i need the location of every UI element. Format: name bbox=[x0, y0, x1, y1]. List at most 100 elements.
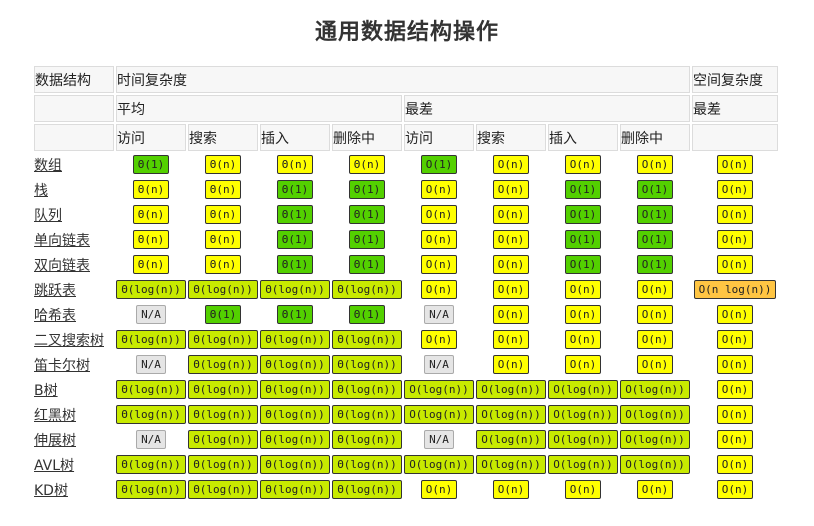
complexity-badge: O(n) bbox=[716, 230, 754, 249]
complexity-cell: O(n) bbox=[692, 328, 778, 351]
complexity-badge: Θ(log(n)) bbox=[116, 280, 186, 299]
complexity-cell: O(n) bbox=[692, 428, 778, 451]
header-row-2: 平均 最差 最差 bbox=[34, 95, 778, 122]
header-empty bbox=[692, 124, 778, 151]
header-row-1: 数据结构 时间复杂度 空间复杂度 bbox=[34, 66, 778, 93]
complexity-cell: O(n) bbox=[692, 228, 778, 251]
complexity-cell: O(n) bbox=[620, 353, 690, 376]
complexity-badge: O(n) bbox=[492, 280, 530, 299]
complexity-badge: Θ(1) bbox=[276, 230, 314, 249]
complexity-badge: O(n) bbox=[564, 280, 602, 299]
complexity-badge: N/A bbox=[424, 305, 454, 324]
row-name-cell: 伸展树 bbox=[34, 428, 114, 451]
header-structure: 数据结构 bbox=[34, 66, 114, 93]
complexity-cell: Θ(log(n)) bbox=[332, 328, 402, 351]
structure-link[interactable]: KD树 bbox=[34, 483, 68, 499]
complexity-badge: Θ(n) bbox=[132, 205, 170, 224]
complexity-cell: O(n) bbox=[548, 328, 618, 351]
structure-link[interactable]: B树 bbox=[34, 383, 58, 399]
complexity-badge: Θ(n) bbox=[204, 255, 242, 274]
header-space-worst: 最差 bbox=[692, 95, 778, 122]
complexity-badge: O(n) bbox=[420, 330, 458, 349]
complexity-badge: Θ(log(n)) bbox=[188, 405, 258, 424]
complexity-cell: O(n log(n)) bbox=[692, 278, 778, 301]
complexity-badge: O(n) bbox=[716, 330, 754, 349]
complexity-badge: Θ(log(n)) bbox=[332, 355, 402, 374]
complexity-badge: O(n) bbox=[564, 480, 602, 499]
complexity-cell: Θ(log(n)) bbox=[332, 278, 402, 301]
complexity-badge: O(n) bbox=[420, 280, 458, 299]
complexity-badge: O(log(n)) bbox=[548, 455, 618, 474]
complexity-cell: O(n) bbox=[692, 453, 778, 476]
complexity-badge: Θ(log(n)) bbox=[260, 380, 330, 399]
structure-link[interactable]: 伸展树 bbox=[34, 433, 76, 449]
complexity-badge: O(n) bbox=[492, 155, 530, 174]
structure-link[interactable]: 哈希表 bbox=[34, 308, 76, 324]
complexity-badge: Θ(n) bbox=[276, 155, 314, 174]
complexity-badge: O(n) bbox=[492, 205, 530, 224]
complexity-cell: Θ(n) bbox=[188, 153, 258, 176]
structure-link[interactable]: 红黑树 bbox=[34, 408, 76, 424]
complexity-badge: O(n) bbox=[636, 355, 674, 374]
complexity-cell: Θ(log(n)) bbox=[332, 428, 402, 451]
complexity-badge: O(log(n)) bbox=[548, 430, 618, 449]
structure-link[interactable]: 跳跃表 bbox=[34, 283, 76, 299]
complexity-cell: O(log(n)) bbox=[476, 428, 546, 451]
complexity-badge: Θ(log(n)) bbox=[332, 430, 402, 449]
structure-link[interactable]: 二叉搜索树 bbox=[34, 333, 104, 349]
complexity-cell: O(log(n)) bbox=[476, 403, 546, 426]
complexity-cell: O(n) bbox=[692, 153, 778, 176]
complexity-badge: O(n) bbox=[716, 480, 754, 499]
structure-link[interactable]: 数组 bbox=[34, 158, 62, 174]
complexity-badge: O(log(n)) bbox=[476, 455, 546, 474]
complexity-cell: O(n) bbox=[620, 153, 690, 176]
complexity-badge: Θ(1) bbox=[348, 230, 386, 249]
structure-link[interactable]: AVL树 bbox=[34, 458, 74, 474]
complexity-badge: O(log(n)) bbox=[476, 405, 546, 424]
complexity-badge: Θ(n) bbox=[132, 230, 170, 249]
complexity-badge: O(log(n)) bbox=[476, 380, 546, 399]
complexity-cell: Θ(log(n)) bbox=[116, 453, 186, 476]
complexity-badge: O(n) bbox=[420, 255, 458, 274]
complexity-cell: O(n) bbox=[692, 403, 778, 426]
complexity-cell: Θ(1) bbox=[260, 253, 330, 276]
header-op-insert-avg: 插入 bbox=[260, 124, 330, 151]
complexity-cell: O(1) bbox=[548, 228, 618, 251]
complexity-badge: O(n) bbox=[492, 330, 530, 349]
complexity-cell: Θ(n) bbox=[116, 203, 186, 226]
row-name-cell: B树 bbox=[34, 378, 114, 401]
complexity-cell: N/A bbox=[116, 303, 186, 326]
complexity-badge: Θ(log(n)) bbox=[188, 480, 258, 499]
complexity-badge: Θ(log(n)) bbox=[188, 430, 258, 449]
row-name-cell: 跳跃表 bbox=[34, 278, 114, 301]
table-row: 队列 Θ(n) Θ(n) Θ(1) Θ(1) O(n) O(n) O(1) O(1) O(n) bbox=[34, 203, 778, 226]
table-row: AVL树 Θ(log(n)) Θ(log(n)) Θ(log(n)) Θ(log(n))… bbox=[34, 453, 778, 476]
complexity-badge: O(n) bbox=[564, 155, 602, 174]
complexity-cell: O(log(n)) bbox=[476, 453, 546, 476]
complexity-cell: Θ(log(n)) bbox=[260, 403, 330, 426]
structure-link[interactable]: 栈 bbox=[34, 183, 48, 199]
complexity-cell: Θ(n) bbox=[188, 228, 258, 251]
structure-link[interactable]: 单向链表 bbox=[34, 233, 90, 249]
complexity-cell: Θ(n) bbox=[116, 253, 186, 276]
complexity-cell: O(n) bbox=[404, 178, 474, 201]
complexity-badge: O(n) bbox=[636, 280, 674, 299]
complexity-cell: Θ(log(n)) bbox=[188, 353, 258, 376]
complexity-badge: O(n) bbox=[636, 155, 674, 174]
complexity-badge: Θ(log(n)) bbox=[116, 330, 186, 349]
complexity-badge: O(1) bbox=[420, 155, 458, 174]
structure-link[interactable]: 队列 bbox=[34, 208, 62, 224]
table-row: 跳跃表 Θ(log(n)) Θ(log(n)) Θ(log(n)) Θ(log(n)) O… bbox=[34, 278, 778, 301]
complexity-badge: Θ(log(n)) bbox=[332, 330, 402, 349]
complexity-badge: O(n) bbox=[716, 180, 754, 199]
complexity-badge: Θ(log(n)) bbox=[116, 480, 186, 499]
complexity-cell: Θ(log(n)) bbox=[332, 353, 402, 376]
complexity-badge: O(1) bbox=[564, 205, 602, 224]
structure-link[interactable]: 笛卡尔树 bbox=[34, 358, 90, 374]
complexity-cell: O(1) bbox=[620, 253, 690, 276]
complexity-cell: Θ(1) bbox=[188, 303, 258, 326]
complexity-badge: O(log(n)) bbox=[476, 430, 546, 449]
complexity-cell: Θ(log(n)) bbox=[332, 378, 402, 401]
structure-link[interactable]: 双向链表 bbox=[34, 258, 90, 274]
complexity-cell: Θ(log(n)) bbox=[260, 353, 330, 376]
